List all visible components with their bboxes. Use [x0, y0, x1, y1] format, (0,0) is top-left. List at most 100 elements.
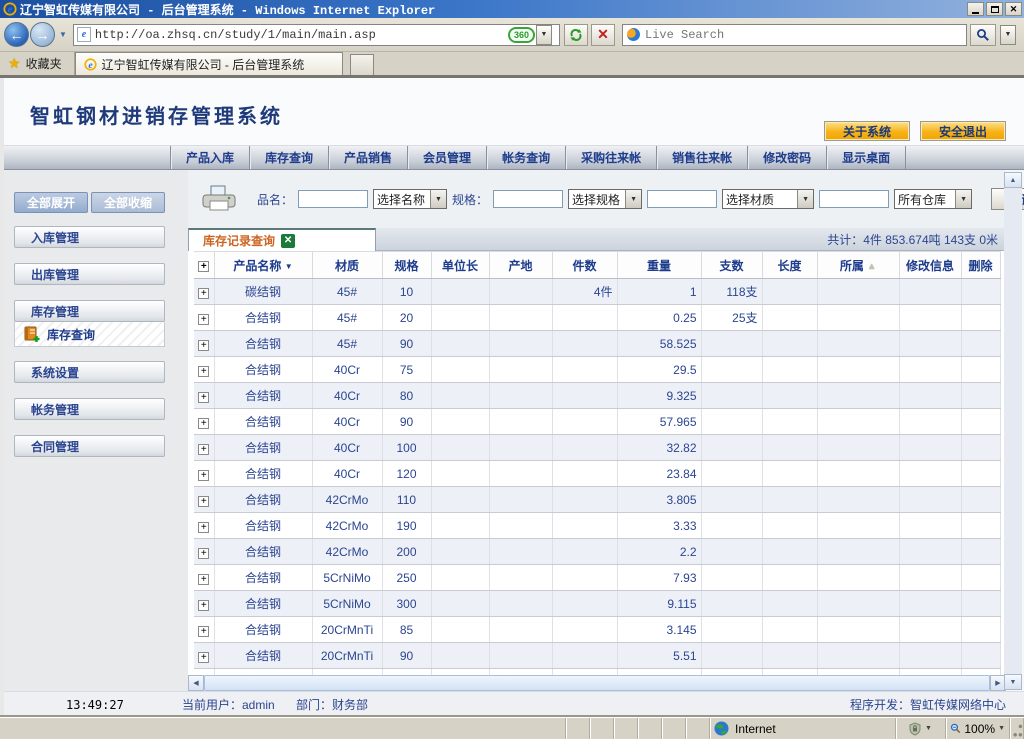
header-spec[interactable]: 规格 — [382, 252, 431, 279]
row-expand-button[interactable]: + — [198, 496, 209, 507]
warehouse-select[interactable]: 所有仓库▼ — [894, 189, 972, 209]
cell-product-name: 合结钢 — [214, 383, 312, 409]
nav-inventory-query[interactable]: 库存查询 — [250, 146, 329, 169]
resize-grip[interactable] — [1010, 718, 1024, 739]
back-button[interactable]: ← — [4, 22, 29, 47]
row-expand-button[interactable]: + — [198, 600, 209, 611]
header-length[interactable]: 长度 — [762, 252, 817, 279]
stop-button[interactable]: ✕ — [591, 24, 615, 46]
header-weight[interactable]: 重量 — [617, 252, 701, 279]
row-expand-button[interactable]: + — [198, 574, 209, 585]
refresh-button[interactable] — [564, 24, 588, 46]
live-search-box[interactable] — [622, 24, 967, 46]
extra-filter-input[interactable] — [819, 190, 889, 208]
forward-button[interactable]: → — [30, 22, 55, 47]
header-delete[interactable]: 删除 — [961, 252, 1000, 279]
protected-mode-cell[interactable]: ▼ — [896, 718, 946, 739]
address-input[interactable] — [95, 28, 508, 42]
restore-button[interactable] — [986, 2, 1003, 16]
search-go-button[interactable] — [970, 24, 996, 46]
address-bar[interactable]: e 360 ▼ — [73, 24, 560, 46]
material-select[interactable]: 选择材质▼ — [722, 189, 814, 209]
cell-product-name: 合结钢 — [214, 565, 312, 591]
favorites-button[interactable]: ★ 收藏夹 — [0, 52, 75, 75]
history-dropdown-icon[interactable]: ▼ — [59, 30, 67, 39]
nav-show-desktop[interactable]: 显示桌面 — [827, 146, 906, 169]
cell-modify-info — [899, 591, 961, 617]
sidebar-panel-accounting[interactable]: 帐务管理 — [14, 398, 165, 420]
row-expand-button[interactable]: + — [198, 470, 209, 481]
sidebar-panel-system[interactable]: 系统设置 — [14, 361, 165, 383]
row-expand-button[interactable]: + — [198, 340, 209, 351]
print-icon[interactable] — [202, 184, 236, 214]
row-expand-button[interactable]: + — [198, 626, 209, 637]
material-input[interactable] — [647, 190, 717, 208]
new-tab-button[interactable] — [350, 54, 374, 75]
nav-member-mgmt[interactable]: 会员管理 — [408, 146, 487, 169]
expand-all-rows-button[interactable]: + — [198, 261, 209, 272]
expand-all-button[interactable]: 全部展开 — [14, 192, 88, 213]
row-expand-button[interactable]: + — [198, 392, 209, 403]
header-product-name[interactable]: 产品名称 ▼ — [214, 252, 312, 279]
sidebar-item-inventory-query[interactable]: 库存查询 — [14, 322, 165, 347]
zoom-control-cell[interactable]: 100% ▼ — [946, 718, 1010, 739]
spec-select[interactable]: 选择规格▼ — [568, 189, 642, 209]
tab-ie-icon: e — [84, 58, 97, 71]
vertical-scrollbar[interactable]: ▲ ▼ — [1004, 172, 1022, 690]
header-belongs[interactable]: 所属 ▲ — [817, 252, 899, 279]
name-select[interactable]: 选择名称▼ — [373, 189, 447, 209]
header-sticks[interactable]: 支数 — [701, 252, 762, 279]
cell-sticks — [701, 435, 762, 461]
notebook-icon — [23, 326, 40, 343]
row-expand-button[interactable]: + — [198, 652, 209, 663]
cell-expand: + — [194, 357, 214, 383]
vertical-scroll-track[interactable] — [1004, 188, 1022, 674]
minimize-button[interactable] — [967, 2, 984, 16]
status-cell — [638, 718, 662, 739]
header-unit-length[interactable]: 单位长 — [431, 252, 489, 279]
scroll-up-icon[interactable]: ▲ — [1004, 172, 1022, 188]
safe-logout-button[interactable]: 安全退出 — [920, 121, 1006, 141]
product-name-input[interactable] — [298, 190, 368, 208]
row-expand-button[interactable]: + — [198, 522, 209, 533]
nav-product-inbound[interactable]: 产品入库 — [170, 146, 250, 169]
address-dropdown-icon[interactable]: ▼ — [536, 25, 552, 45]
sidebar-panel-outbound[interactable]: 出库管理 — [14, 263, 165, 285]
nav-account-query[interactable]: 帐务查询 — [487, 146, 566, 169]
close-button[interactable]: ✕ — [1005, 2, 1022, 16]
sidebar-panel-inventory[interactable]: 库存管理 — [14, 300, 165, 322]
horizontal-scroll-thumb[interactable] — [204, 675, 990, 691]
nav-sales-ledger[interactable]: 销售往来帐 — [657, 146, 748, 169]
export-excel-icon[interactable]: ✕ — [281, 234, 295, 248]
row-expand-button[interactable]: + — [198, 288, 209, 299]
nav-change-password[interactable]: 修改密码 — [748, 146, 827, 169]
nav-product-sales[interactable]: 产品销售 — [329, 146, 408, 169]
ie-logo-icon: e — [3, 2, 17, 16]
tab-inventory-records[interactable]: 库存记录查询 ✕ — [188, 228, 376, 251]
sidebar-panel-contract[interactable]: 合同管理 — [14, 435, 165, 457]
inventory-table-wrap: + 产品名称 ▼ 材质 规格 单位长 产地 件数 重量 支数 长度 所属 ▲ 修… — [188, 251, 1006, 675]
browser-tab[interactable]: e 辽宁智虹传媒有限公司 - 后台管理系统 — [75, 52, 343, 75]
collapse-all-button[interactable]: 全部收缩 — [91, 192, 165, 213]
row-expand-button[interactable]: + — [198, 314, 209, 325]
row-expand-button[interactable]: + — [198, 366, 209, 377]
spec-input[interactable] — [493, 190, 563, 208]
header-modify-info[interactable]: 修改信息 — [899, 252, 961, 279]
row-expand-button[interactable]: + — [198, 444, 209, 455]
live-search-input[interactable] — [645, 28, 962, 42]
scroll-down-icon[interactable]: ▼ — [1004, 674, 1022, 690]
scroll-left-icon[interactable]: ◀ — [188, 675, 204, 691]
magnifier-icon — [976, 28, 990, 42]
sidebar-panel-inbound[interactable]: 入库管理 — [14, 226, 165, 248]
cell-belongs — [817, 383, 899, 409]
header-material[interactable]: 材质 — [312, 252, 382, 279]
about-system-button[interactable]: 关于系统 — [824, 121, 910, 141]
horizontal-scrollbar[interactable]: ◀ ▶ — [188, 675, 1006, 691]
header-pieces[interactable]: 件数 — [552, 252, 617, 279]
header-origin[interactable]: 产地 — [489, 252, 552, 279]
search-options-dropdown-icon[interactable]: ▼ — [1000, 25, 1016, 45]
cell-weight: 9.325 — [617, 383, 701, 409]
row-expand-button[interactable]: + — [198, 418, 209, 429]
row-expand-button[interactable]: + — [198, 548, 209, 559]
nav-purchase-ledger[interactable]: 采购往来帐 — [566, 146, 657, 169]
